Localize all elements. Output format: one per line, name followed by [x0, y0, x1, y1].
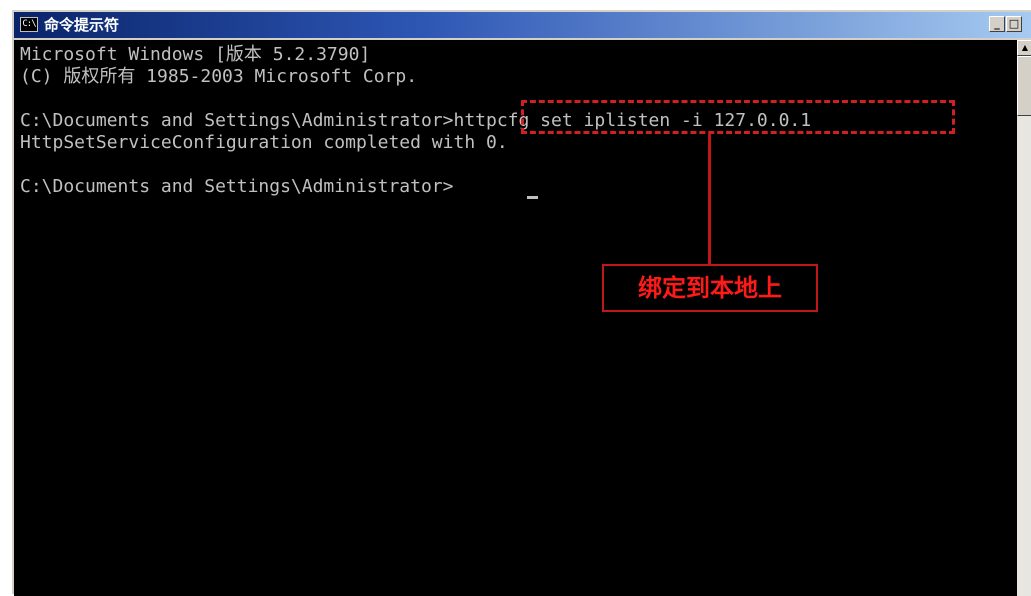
command-prompt-window: C:\ 命令提示符 _ □ Microsoft Windows [版本 5.2.… — [10, 8, 1031, 596]
command-highlight-box — [521, 100, 955, 134]
console-line-copyright: (C) 版权所有 1985-2003 Microsoft Corp. — [20, 66, 418, 87]
console-icon[interactable]: C:\ — [20, 17, 38, 32]
console-line-result: HttpSetServiceConfiguration completed wi… — [20, 132, 508, 153]
scroll-up-arrow-icon[interactable]: ▲ — [1017, 40, 1031, 56]
maximize-button[interactable]: □ — [1006, 16, 1022, 32]
title-bar[interactable]: C:\ 命令提示符 _ □ — [14, 12, 1031, 38]
callout-connector — [708, 134, 711, 264]
vertical-scrollbar[interactable]: ▲ — [1017, 40, 1031, 596]
callout-label: 绑定到本地上 — [602, 264, 818, 312]
window-title: 命令提示符 — [44, 16, 120, 34]
text-cursor — [527, 196, 538, 199]
console-line-prompt: C:\Documents and Settings\Administrator> — [20, 176, 454, 197]
minimize-button[interactable]: _ — [989, 16, 1005, 32]
console-output[interactable]: Microsoft Windows [版本 5.2.3790] (C) 版权所有… — [14, 40, 1017, 596]
scroll-thumb[interactable] — [1017, 56, 1031, 116]
console-line-version: Microsoft Windows [版本 5.2.3790] — [20, 44, 371, 65]
